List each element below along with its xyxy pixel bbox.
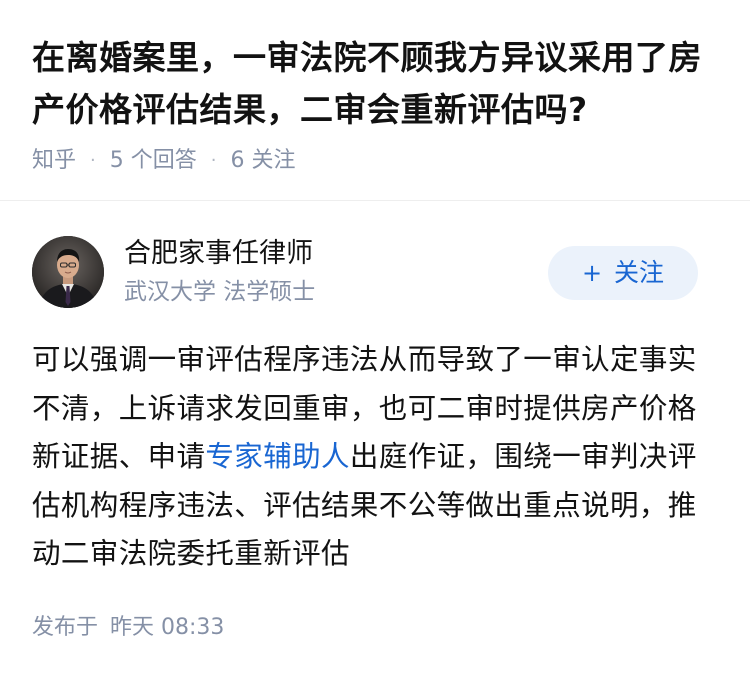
answers-count[interactable]: 5 个回答 xyxy=(110,146,197,176)
section-divider xyxy=(0,200,750,201)
question-header: 在离婚案里，一审法院不顾我方异议采用了房产价格评估结果，二审会重新评估吗? 知乎… xyxy=(32,32,722,176)
author-card: 合肥家事任律师 武汉大学 法学硕士 + 关注 xyxy=(32,236,718,312)
followers-count[interactable]: 6 关注 xyxy=(230,146,295,176)
follow-label: 关注 xyxy=(614,258,665,287)
author-headline: 武汉大学 法学硕士 xyxy=(124,279,316,305)
source-label[interactable]: 知乎 xyxy=(32,146,76,176)
avatar-portrait-icon xyxy=(32,236,104,308)
published-label: 发布于 xyxy=(32,615,99,640)
published-time: 昨天 08:33 xyxy=(110,615,225,640)
answer-content: 可以强调一审评估程序违法从而导致了一审认定事实不清，上诉请求发回重审，也可二审时… xyxy=(32,336,704,579)
expert-assistant-link[interactable]: 专家辅助人 xyxy=(205,440,350,473)
author-name[interactable]: 合肥家事任律师 xyxy=(124,236,313,272)
question-title[interactable]: 在离婚案里，一审法院不顾我方异议采用了房产价格评估结果，二审会重新评估吗? xyxy=(32,32,722,136)
meta-separator: · xyxy=(90,150,96,171)
plus-icon: + xyxy=(581,259,603,287)
avatar[interactable] xyxy=(32,236,104,308)
question-meta: 知乎 · 5 个回答 · 6 关注 xyxy=(32,146,722,176)
follow-button[interactable]: + 关注 xyxy=(548,246,698,300)
publish-info: 发布于 昨天 08:33 xyxy=(32,612,224,644)
meta-separator: · xyxy=(210,150,217,171)
